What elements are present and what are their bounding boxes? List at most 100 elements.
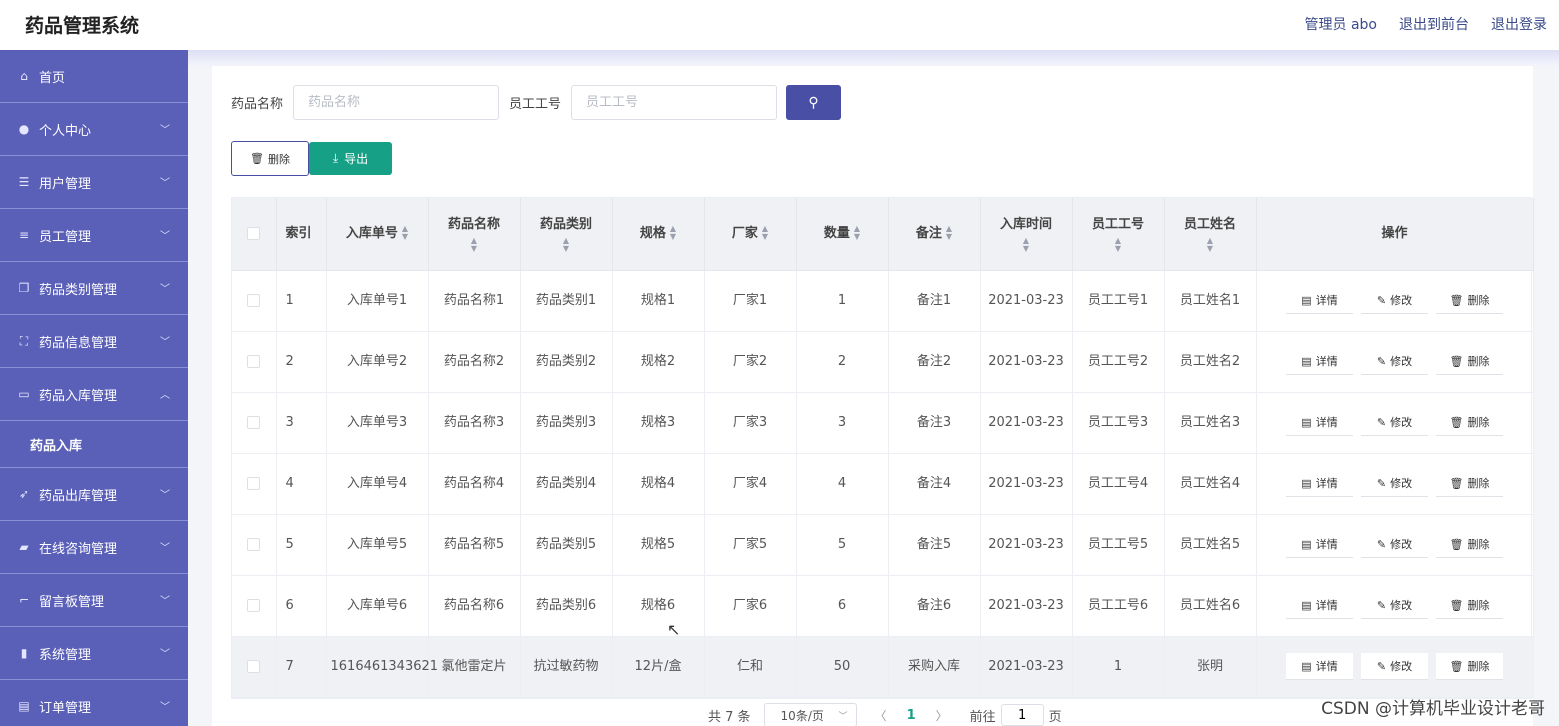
edit-label: 修改 bbox=[1390, 661, 1413, 673]
header-note[interactable]: 备注 ▲ ▼ bbox=[888, 198, 981, 271]
delete-button[interactable]: 🗑 删除 bbox=[1436, 287, 1503, 314]
delete-button[interactable]: 🗑 删除 bbox=[1436, 409, 1503, 436]
cell-category: 药品类别6 bbox=[520, 575, 613, 637]
row-checkbox[interactable] bbox=[247, 477, 261, 490]
cell-drug-name: 药品名称6 bbox=[428, 575, 521, 637]
current-page[interactable]: 1 bbox=[907, 708, 916, 723]
goto-page-input[interactable] bbox=[1000, 704, 1044, 726]
detail-button[interactable]: ▤ 详情 bbox=[1286, 653, 1353, 680]
search-button[interactable]: ⚲ bbox=[786, 85, 842, 120]
edit-icon: ✎ bbox=[1376, 599, 1387, 612]
exit-to-front-link[interactable]: 退出到前台 bbox=[1399, 14, 1469, 34]
delete-button[interactable]: 🗑 删除 bbox=[1436, 531, 1503, 558]
edit-button[interactable]: ✎ 修改 bbox=[1361, 287, 1428, 314]
prev-page-icon[interactable]: 〈 bbox=[875, 707, 887, 724]
delete-button[interactable]: 🗑 删除 bbox=[1436, 470, 1503, 497]
cell-drug-name: 药品名称2 bbox=[428, 331, 521, 393]
delete-button[interactable]: 🗑 删除 bbox=[1436, 653, 1503, 680]
sidebar-item-drug-outbound[interactable]: ➶ 药品出库管理 ﹀ bbox=[0, 468, 188, 521]
sidebar-item-label: 药品信息管理 bbox=[39, 335, 118, 351]
row-checkbox[interactable] bbox=[247, 355, 261, 368]
select-all-checkbox[interactable] bbox=[247, 226, 261, 240]
sidebar-item-label: 在线咨询管理 bbox=[39, 541, 118, 557]
sort-icon[interactable]: ▲ ▼ bbox=[402, 225, 408, 241]
header-order-no[interactable]: 入库单号 ▲ ▼ bbox=[326, 198, 429, 271]
admin-link[interactable]: 管理员 abo bbox=[1305, 14, 1377, 34]
sidebar-item-message-board[interactable]: ⌐ 留言板管理 ﹀ bbox=[0, 574, 188, 627]
detail-button[interactable]: ▤ 详情 bbox=[1286, 592, 1353, 619]
detail-button[interactable]: ▤ 详情 bbox=[1286, 470, 1353, 497]
cell-note: 备注6 bbox=[888, 575, 981, 637]
detail-button[interactable]: ▤ 详情 bbox=[1286, 409, 1353, 436]
sidebar-item-online-consult[interactable]: ▰ 在线咨询管理 ﹀ bbox=[0, 521, 188, 574]
header-label: 入库时间 bbox=[999, 216, 1052, 232]
cell-ops: ▤ 详情 ✎ 修改 🗑 删除 bbox=[1256, 392, 1534, 454]
cell-category: 抗过敏药物 bbox=[520, 636, 613, 698]
edit-button[interactable]: ✎ 修改 bbox=[1361, 348, 1428, 375]
sort-icon[interactable]: ▲ ▼ bbox=[1077, 236, 1160, 253]
sort-icon[interactable]: ▲ ▼ bbox=[525, 236, 608, 253]
row-checkbox[interactable] bbox=[247, 660, 261, 673]
header-category[interactable]: 药品类别 ▲ ▼ bbox=[520, 198, 613, 271]
header-qty[interactable]: 数量 ▲ ▼ bbox=[796, 198, 889, 271]
employee-no-input[interactable] bbox=[571, 85, 778, 120]
sidebar-item-user-management[interactable]: ☰ 用户管理 ﹀ bbox=[0, 156, 188, 209]
row-checkbox[interactable] bbox=[247, 599, 261, 612]
row-checkbox[interactable] bbox=[247, 416, 261, 429]
sidebar-item-orders[interactable]: ▤ 订单管理 ﹀ bbox=[0, 680, 188, 726]
header-emp-name[interactable]: 员工姓名 ▲ ▼ bbox=[1164, 198, 1257, 271]
edit-button[interactable]: ✎ 修改 bbox=[1361, 531, 1428, 558]
sidebar-subitem-drug-inbound[interactable]: 药品入库 bbox=[0, 421, 188, 468]
sidebar-item-drug-info[interactable]: ⛶ 药品信息管理 ﹀ bbox=[0, 315, 188, 368]
detail-button[interactable]: ▤ 详情 bbox=[1286, 287, 1353, 314]
sidebar-item-staff-management[interactable]: ≡ 员工管理 ﹀ bbox=[0, 209, 188, 262]
logout-link[interactable]: 退出登录 bbox=[1491, 14, 1547, 34]
edit-button[interactable]: ✎ 修改 bbox=[1361, 470, 1428, 497]
page-size-select[interactable]: 10条/页 ﹀ bbox=[763, 703, 857, 726]
sort-icon[interactable]: ▲ ▼ bbox=[946, 225, 952, 241]
row-checkbox[interactable] bbox=[247, 294, 261, 307]
edit-button[interactable]: ✎ 修改 bbox=[1361, 592, 1428, 619]
edit-icon: ✎ bbox=[1376, 294, 1387, 307]
header-drug-name[interactable]: 药品名称 ▲ ▼ bbox=[428, 198, 521, 271]
cell-time: 2021-03-23 bbox=[980, 392, 1073, 454]
export-button[interactable]: ⤓ 导出 bbox=[309, 142, 392, 175]
chevron-down-icon: ﹀ bbox=[160, 284, 170, 295]
edit-button[interactable]: ✎ 修改 bbox=[1361, 409, 1428, 436]
sort-icon[interactable]: ▲ ▼ bbox=[670, 225, 676, 241]
sort-icon[interactable]: ▲ ▼ bbox=[433, 236, 516, 253]
sort-icon[interactable]: ▲ ▼ bbox=[985, 236, 1068, 253]
edit-label: 修改 bbox=[1390, 295, 1413, 307]
sidebar-item-home[interactable]: ⌂ 首页 bbox=[0, 50, 188, 103]
detail-button[interactable]: ▤ 详情 bbox=[1286, 531, 1353, 558]
drug-name-input[interactable] bbox=[293, 85, 500, 120]
detail-button[interactable]: ▤ 详情 bbox=[1286, 348, 1353, 375]
sort-icon[interactable]: ▲ ▼ bbox=[1169, 236, 1252, 253]
document-icon: ▤ bbox=[1301, 477, 1312, 490]
sidebar-item-system[interactable]: ▮ 系统管理 ﹀ bbox=[0, 627, 188, 680]
delete-button[interactable]: 🗑 删除 bbox=[1436, 592, 1503, 619]
cell-emp-name: 员工姓名6 bbox=[1164, 575, 1257, 637]
sort-icon[interactable]: ▲ ▼ bbox=[762, 225, 768, 241]
header-spec[interactable]: 规格 ▲ ▼ bbox=[612, 198, 705, 271]
cell-ops: ▤ 详情 ✎ 修改 🗑 删除 bbox=[1256, 453, 1534, 515]
trash-icon: 🗑 bbox=[1449, 416, 1464, 429]
sort-icon[interactable]: ▲ ▼ bbox=[854, 225, 860, 241]
chevron-down-icon: ﹀ bbox=[160, 702, 170, 713]
edit-button[interactable]: ✎ 修改 bbox=[1361, 653, 1428, 680]
batch-delete-button[interactable]: 🗑 删除 bbox=[231, 141, 309, 176]
table-row: 2 入库单号2 药品名称2 药品类别2 规格2 厂家2 2 备注2 2021-03-23 员工工号… bbox=[232, 331, 1534, 393]
header-time[interactable]: 入库时间 ▲ ▼ bbox=[980, 198, 1073, 271]
next-page-icon[interactable]: 〉 bbox=[936, 707, 948, 724]
row-checkbox[interactable] bbox=[247, 538, 261, 551]
document-icon: ▤ bbox=[1301, 294, 1312, 307]
document-icon: ▤ bbox=[1301, 355, 1312, 368]
sidebar-item-personal-center[interactable]: ● 个人中心 ﹀ bbox=[0, 103, 188, 156]
sidebar-item-drug-inbound[interactable]: ▭ 药品入库管理 ︿ bbox=[0, 368, 188, 421]
export-label: 导出 bbox=[344, 152, 369, 166]
header-maker[interactable]: 厂家 ▲ ▼ bbox=[704, 198, 797, 271]
document-icon: ▤ bbox=[1301, 599, 1312, 612]
header-emp-no[interactable]: 员工工号 ▲ ▼ bbox=[1072, 198, 1165, 271]
sidebar-item-drug-category[interactable]: ❐ 药品类别管理 ﹀ bbox=[0, 262, 188, 315]
delete-button[interactable]: 🗑 删除 bbox=[1436, 348, 1503, 375]
